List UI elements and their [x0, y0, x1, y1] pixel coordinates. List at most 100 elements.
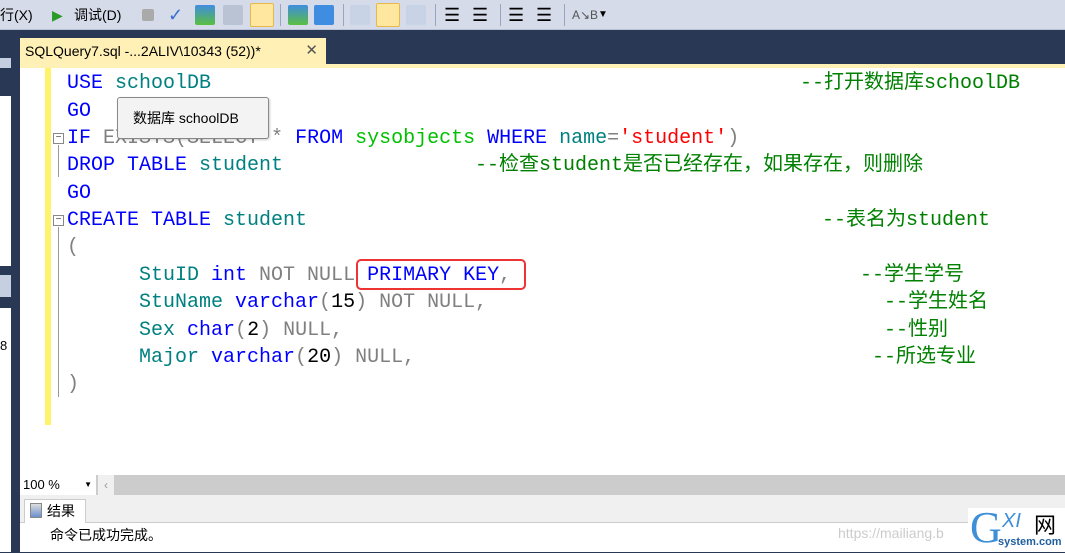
code-token: )	[67, 373, 80, 396]
results-to-grid-icon[interactable]	[376, 3, 400, 27]
results-to-file2-icon[interactable]	[406, 5, 426, 25]
code-line: USE schoolDB --打开数据库schoolDB	[67, 70, 1020, 97]
zoom-bar: 100 % ▼ ‹	[20, 475, 1065, 495]
tooltip: 数据库 schoolDB	[117, 97, 269, 139]
code-token: TABLE	[139, 209, 212, 232]
code-token: (	[67, 236, 80, 259]
code-token: StuName	[67, 291, 224, 314]
code-token: sysobjects	[343, 127, 476, 150]
watermark: https://mailiang.b	[838, 525, 944, 541]
debug-button[interactable]: 调试(D)	[74, 3, 121, 27]
overflow-icon[interactable]: ▼	[598, 3, 608, 27]
code-token: (	[235, 319, 248, 342]
code-line: DROP TABLE student --检查student是否已经存在，如果存在…	[67, 152, 923, 179]
code-token: NULL,	[271, 319, 344, 342]
code-line: (	[67, 234, 79, 261]
client-stats-icon[interactable]	[314, 5, 334, 25]
collapse-icon[interactable]: −	[53, 215, 64, 226]
code-token: varchar	[223, 291, 320, 314]
code-line: )	[67, 371, 79, 398]
code-token: int	[199, 264, 248, 287]
code-token: 2	[247, 319, 260, 342]
increase-indent-icon[interactable]: ☰	[536, 3, 552, 27]
panel-text: 8	[0, 338, 8, 353]
code-token: 20	[307, 346, 332, 369]
stop-icon[interactable]	[142, 9, 154, 21]
result-message: 命令已成功完成。	[50, 527, 162, 543]
code-token: NOT NULL	[247, 264, 356, 287]
code-token: =	[607, 127, 620, 150]
query-design-icon[interactable]	[195, 5, 215, 25]
code-comment: --学生学号	[860, 264, 965, 287]
separator	[280, 4, 281, 26]
code-token: NULL,	[343, 346, 416, 369]
code-token: TABLE	[115, 154, 188, 177]
code-token: )	[355, 291, 368, 314]
code-line: Sex char(2) NULL, --性别	[67, 317, 948, 344]
code-comment: --表名为student	[822, 209, 991, 232]
code-token: (	[319, 291, 332, 314]
template-params-icon[interactable]: A↘B	[572, 3, 598, 27]
specify-values-icon[interactable]	[223, 5, 243, 25]
results-tab-label: 结果	[47, 503, 75, 519]
code-token: IF	[67, 127, 92, 150]
code-token: schoolDB	[103, 72, 212, 95]
code-line: GO	[67, 98, 91, 125]
code-token: DROP	[67, 154, 116, 177]
code-comment: --所选专业	[872, 346, 977, 369]
code-token: )	[259, 319, 272, 342]
code-token: NOT NULL,	[367, 291, 488, 314]
code-token: student	[211, 209, 308, 232]
change-tracking-bar	[45, 68, 51, 425]
object-explorer-panel: 8	[0, 38, 12, 552]
code-token: WHERE	[475, 127, 548, 150]
tab-sqlquery7[interactable]: SQLQuery7.sql -...2ALIV\10343 (52))* ✕	[20, 38, 326, 64]
debug-play-icon[interactable]: ▶	[52, 3, 63, 27]
results-to-text-icon[interactable]	[350, 5, 370, 25]
close-icon[interactable]: ✕	[305, 38, 318, 64]
code-comment: --打开数据库schoolDB	[800, 72, 1021, 95]
collapse-icon[interactable]: −	[53, 133, 64, 144]
code-token: 15	[331, 291, 356, 314]
results-to-file-icon[interactable]	[250, 3, 274, 27]
code-token: USE	[67, 72, 104, 95]
separator	[435, 4, 436, 26]
separator	[564, 4, 565, 26]
zoom-select[interactable]: 100 % ▼	[20, 475, 96, 495]
code-token: )	[331, 346, 344, 369]
code-token: char	[175, 319, 236, 342]
code-line: CREATE TABLE student --表名为student	[67, 207, 990, 234]
code-comment: --学生姓名	[884, 291, 989, 314]
chevron-down-icon: ▼	[84, 480, 92, 489]
code-token: )	[727, 127, 740, 150]
uncomment-icon[interactable]: ☰	[472, 3, 488, 27]
site-logo: G XI 网 system.com	[968, 503, 1065, 552]
code-token: GO	[67, 182, 92, 205]
code-line: StuName varchar(15) NOT NULL, --学生姓名	[67, 289, 988, 316]
results-pane: 结果 命令已成功完成。 https://mailiang.b	[20, 495, 1065, 552]
execute-menu[interactable]: 行(X)	[0, 3, 33, 27]
fold-line	[58, 227, 59, 397]
code-line: GO	[67, 180, 91, 207]
separator	[343, 4, 344, 26]
code-token: name	[547, 127, 608, 150]
estimated-plan-icon[interactable]	[288, 5, 308, 25]
fold-line	[58, 145, 59, 177]
code-token: Major	[67, 346, 200, 369]
code-token: Sex	[67, 319, 176, 342]
scroll-left-button[interactable]: ‹	[98, 475, 114, 495]
comment-icon[interactable]: ☰	[444, 3, 460, 27]
code-token: GO	[67, 100, 92, 123]
code-token: (	[295, 346, 308, 369]
decrease-indent-icon[interactable]: ☰	[508, 3, 524, 27]
code-token: FROM	[283, 127, 344, 150]
results-icon	[30, 503, 42, 518]
code-token: varchar	[199, 346, 296, 369]
highlight-box	[356, 259, 526, 290]
tab-results[interactable]: 结果	[24, 499, 86, 523]
zoom-value: 100 %	[23, 477, 60, 492]
code-comment: --检查student是否已经存在，如果存在，则删除	[475, 154, 924, 177]
parse-check-icon[interactable]: ✓	[168, 3, 183, 27]
code-token: CREATE	[67, 209, 140, 232]
code-token: student	[187, 154, 284, 177]
